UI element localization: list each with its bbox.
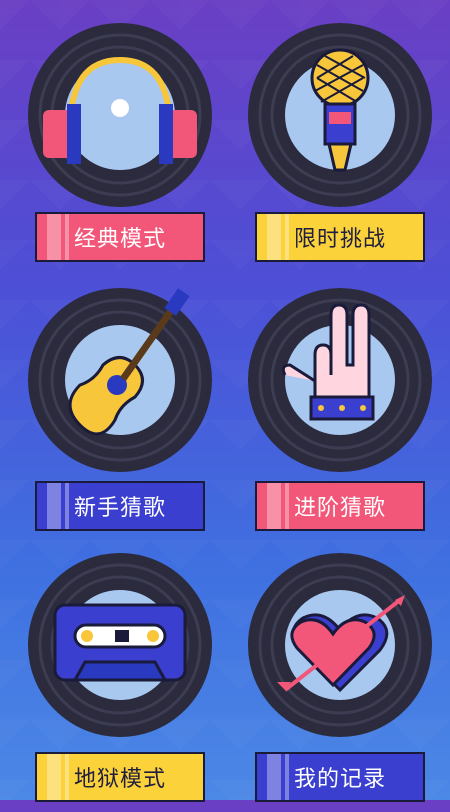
advanced-guess-label: 进阶猜歌 [293, 496, 386, 521]
advanced-guess-button[interactable]: 进阶猜歌 [255, 481, 425, 531]
guitar-icon [28, 288, 212, 472]
rock-hand-icon [248, 288, 432, 472]
beginner-guess-button[interactable]: 新手猜歌 [35, 481, 205, 531]
mode-card-records[interactable]: 我的记录 [245, 550, 435, 812]
button-stripe [47, 214, 61, 260]
heart-arrow-icon [248, 553, 432, 737]
beginner-guess-label: 新手猜歌 [73, 496, 166, 521]
button-stripe [267, 754, 281, 800]
microphone-icon [248, 23, 432, 207]
mode-card-hell[interactable]: 地狱模式 [25, 550, 215, 812]
button-stripe [267, 214, 281, 260]
timed-challenge-label: 限时挑战 [293, 227, 386, 252]
button-stripe [47, 483, 61, 529]
mode-card-beginner[interactable]: 新手猜歌 [25, 285, 215, 547]
classic-mode-label: 经典模式 [73, 227, 166, 252]
hell-mode-label: 地狱模式 [73, 767, 166, 792]
button-stripe [285, 214, 289, 260]
button-stripe [267, 483, 281, 529]
button-stripe [65, 214, 69, 260]
headphones-icon [28, 23, 212, 207]
classic-mode-button[interactable]: 经典模式 [35, 212, 205, 262]
my-records-label: 我的记录 [293, 767, 386, 792]
button-stripe [285, 483, 289, 529]
button-stripe [65, 483, 69, 529]
mode-card-classic[interactable]: 经典模式 [25, 20, 215, 282]
hell-mode-button[interactable]: 地狱模式 [35, 752, 205, 802]
mode-card-advanced[interactable]: 进阶猜歌 [245, 285, 435, 547]
timed-challenge-button[interactable]: 限时挑战 [255, 212, 425, 262]
button-stripe [47, 754, 61, 800]
button-stripe [285, 754, 289, 800]
my-records-button[interactable]: 我的记录 [255, 752, 425, 802]
cassette-icon [28, 553, 212, 737]
mode-card-timed[interactable]: 限时挑战 [245, 20, 435, 282]
button-stripe [65, 754, 69, 800]
